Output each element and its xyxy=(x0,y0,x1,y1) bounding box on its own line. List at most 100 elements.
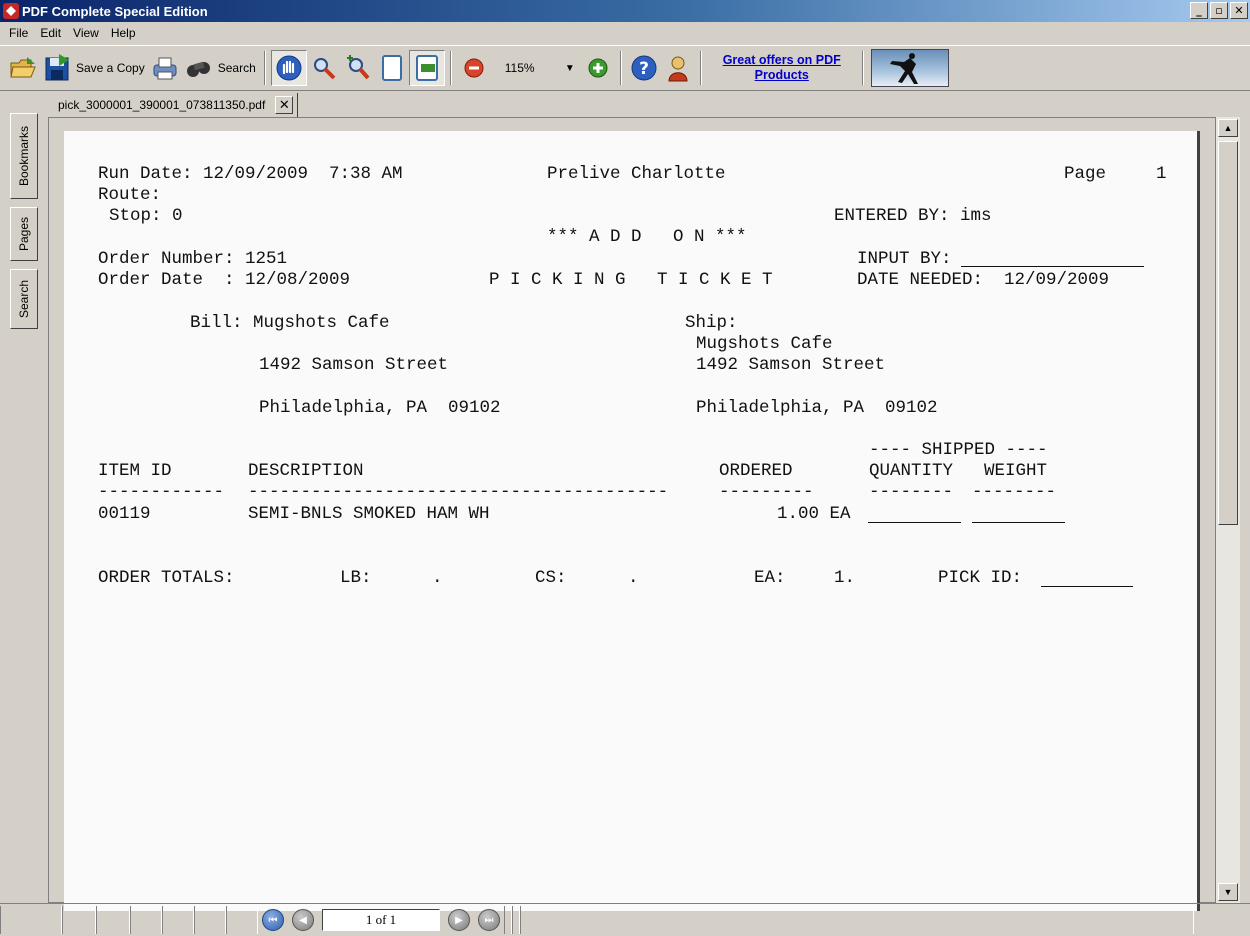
ea-value: 1. xyxy=(834,568,856,588)
order-number: Order Number: 1251 xyxy=(98,249,288,269)
ship-city: Philadelphia, PA 09102 xyxy=(696,398,938,418)
toolbar: Save a Copy Search 115% ▼ ? Great offers… xyxy=(0,45,1250,91)
menu-help[interactable]: Help xyxy=(105,26,142,40)
page-view-button[interactable] xyxy=(375,50,409,86)
entered-by: ENTERED BY: ims xyxy=(834,206,992,226)
status-cell xyxy=(130,906,162,934)
close-document-button[interactable]: ✕ xyxy=(275,96,294,114)
tab-bookmarks-label: Bookmarks xyxy=(17,125,31,187)
scroll-up-button[interactable]: ▲ xyxy=(1218,119,1238,137)
row-item-id: 00119 xyxy=(98,504,151,524)
ship-label: Ship: xyxy=(685,313,738,333)
document-view[interactable]: Run Date: 12/09/2009 7:38 AM Prelive Cha… xyxy=(48,117,1216,911)
status-cell xyxy=(194,906,226,934)
maximize-button[interactable]: ▫ xyxy=(1210,2,1228,19)
shipped-header: ---- SHIPPED ---- xyxy=(869,440,1048,460)
status-cell xyxy=(62,906,96,934)
tab-pages[interactable]: Pages xyxy=(10,207,38,261)
save-copy-label: Save a Copy xyxy=(76,61,145,75)
col-quantity: QUANTITY xyxy=(869,461,954,481)
open-folder-icon xyxy=(9,54,37,82)
title-bar: PDF Complete Special Edition _ ▫ ✕ xyxy=(0,0,1250,22)
zoom-value: 115% xyxy=(504,61,535,75)
window-title: PDF Complete Special Edition xyxy=(22,3,208,19)
menu-edit[interactable]: Edit xyxy=(34,26,67,40)
lb-label: LB: xyxy=(340,568,372,588)
col-weight: WEIGHT xyxy=(984,461,1048,481)
pick-id-label: PICK ID: xyxy=(938,568,1023,588)
binoculars-icon xyxy=(185,54,213,82)
tab-bookmarks[interactable]: Bookmarks xyxy=(10,113,38,199)
col-ordered: ORDERED xyxy=(719,461,793,481)
print-icon xyxy=(151,54,179,82)
lb-value: . xyxy=(432,568,443,588)
save-copy-button[interactable]: Save a Copy xyxy=(40,50,148,86)
row-ordered: 1.00 EA xyxy=(777,504,851,524)
zoom-in-button[interactable] xyxy=(581,50,615,86)
page-label: Page xyxy=(1064,164,1107,184)
scroll-thumb[interactable] xyxy=(1218,141,1238,525)
offers-link[interactable]: Great offers on PDF Products xyxy=(707,53,857,83)
side-panel-tabs: Bookmarks Pages Search xyxy=(10,113,40,337)
menu-view[interactable]: View xyxy=(67,26,105,40)
tab-search[interactable]: Search xyxy=(10,269,38,329)
dash-quantity: -------- xyxy=(869,482,954,502)
ship-street: 1492 Samson Street xyxy=(696,355,886,375)
dash-weight: -------- xyxy=(972,482,1057,502)
menu-bar: File Edit View Help xyxy=(0,22,1250,44)
col-description: DESCRIPTION xyxy=(248,461,364,481)
ship-name: Mugshots Cafe xyxy=(696,334,833,354)
pdf-page: Run Date: 12/09/2009 7:38 AM Prelive Cha… xyxy=(64,131,1200,911)
previous-page-button[interactable]: ◀ xyxy=(292,909,314,931)
help-icon: ? xyxy=(630,54,658,82)
bill-street: 1492 Samson Street xyxy=(259,355,449,375)
document-tab[interactable]: pick_3000001_390001_073811350.pdf ✕ xyxy=(50,93,299,117)
zoom-out-icon xyxy=(460,54,488,82)
chevron-down-icon: ▼ xyxy=(564,62,575,74)
zoom-in-icon xyxy=(584,54,612,82)
last-page-button[interactable]: ⏭ xyxy=(478,909,500,931)
dash-item: ------------ xyxy=(98,482,225,502)
document-filename: pick_3000001_390001_073811350.pdf xyxy=(58,98,266,112)
fit-page-icon xyxy=(413,54,441,82)
vertical-scrollbar[interactable]: ▲ ▼ xyxy=(1216,117,1240,903)
menu-file[interactable]: File xyxy=(3,26,34,40)
cs-label: CS: xyxy=(535,568,567,588)
close-window-button[interactable]: ✕ xyxy=(1230,2,1248,19)
zoom-out-button[interactable] xyxy=(457,50,491,86)
zoom-tool-button[interactable] xyxy=(307,50,341,86)
help-button[interactable]: ? xyxy=(627,50,661,86)
date-needed: DATE NEEDED: 12/09/2009 xyxy=(857,270,1110,290)
search-button[interactable]: Search xyxy=(182,50,259,86)
zoom-select[interactable]: 115% ▼ xyxy=(491,61,581,75)
fit-page-button[interactable] xyxy=(408,50,445,86)
dash-ordered: --------- xyxy=(719,482,814,502)
input-by: INPUT BY: xyxy=(857,249,952,269)
route-label: Route: xyxy=(98,185,162,205)
bill-city: Philadelphia, PA 09102 xyxy=(259,398,501,418)
support-button[interactable] xyxy=(661,50,695,86)
hand-tool-button[interactable] xyxy=(270,50,307,86)
scroll-down-button[interactable]: ▼ xyxy=(1218,883,1238,901)
page-indicator[interactable]: 1 of 1 xyxy=(322,909,440,931)
save-icon xyxy=(43,54,71,82)
open-button[interactable] xyxy=(6,50,40,86)
zoom-tool-icon xyxy=(310,54,338,82)
tab-pages-label: Pages xyxy=(17,216,31,252)
status-cell xyxy=(96,906,130,934)
select-tool-icon xyxy=(344,54,372,82)
page-number: 1 xyxy=(1156,164,1167,184)
company-name: Prelive Charlotte xyxy=(547,164,726,184)
first-page-button[interactable]: ⏮ xyxy=(262,909,284,931)
pick-id-blank-line xyxy=(1041,586,1133,587)
next-page-button[interactable]: ▶ xyxy=(448,909,470,931)
offers-link-line2: Products xyxy=(754,68,809,82)
status-cell xyxy=(162,906,194,934)
input-by-line xyxy=(961,266,1144,267)
print-button[interactable] xyxy=(148,50,182,86)
minimize-button[interactable]: _ xyxy=(1190,2,1208,19)
select-tool-button[interactable] xyxy=(341,50,375,86)
status-cell xyxy=(0,906,62,934)
cs-value: . xyxy=(628,568,639,588)
ad-banner-image[interactable] xyxy=(870,49,949,87)
